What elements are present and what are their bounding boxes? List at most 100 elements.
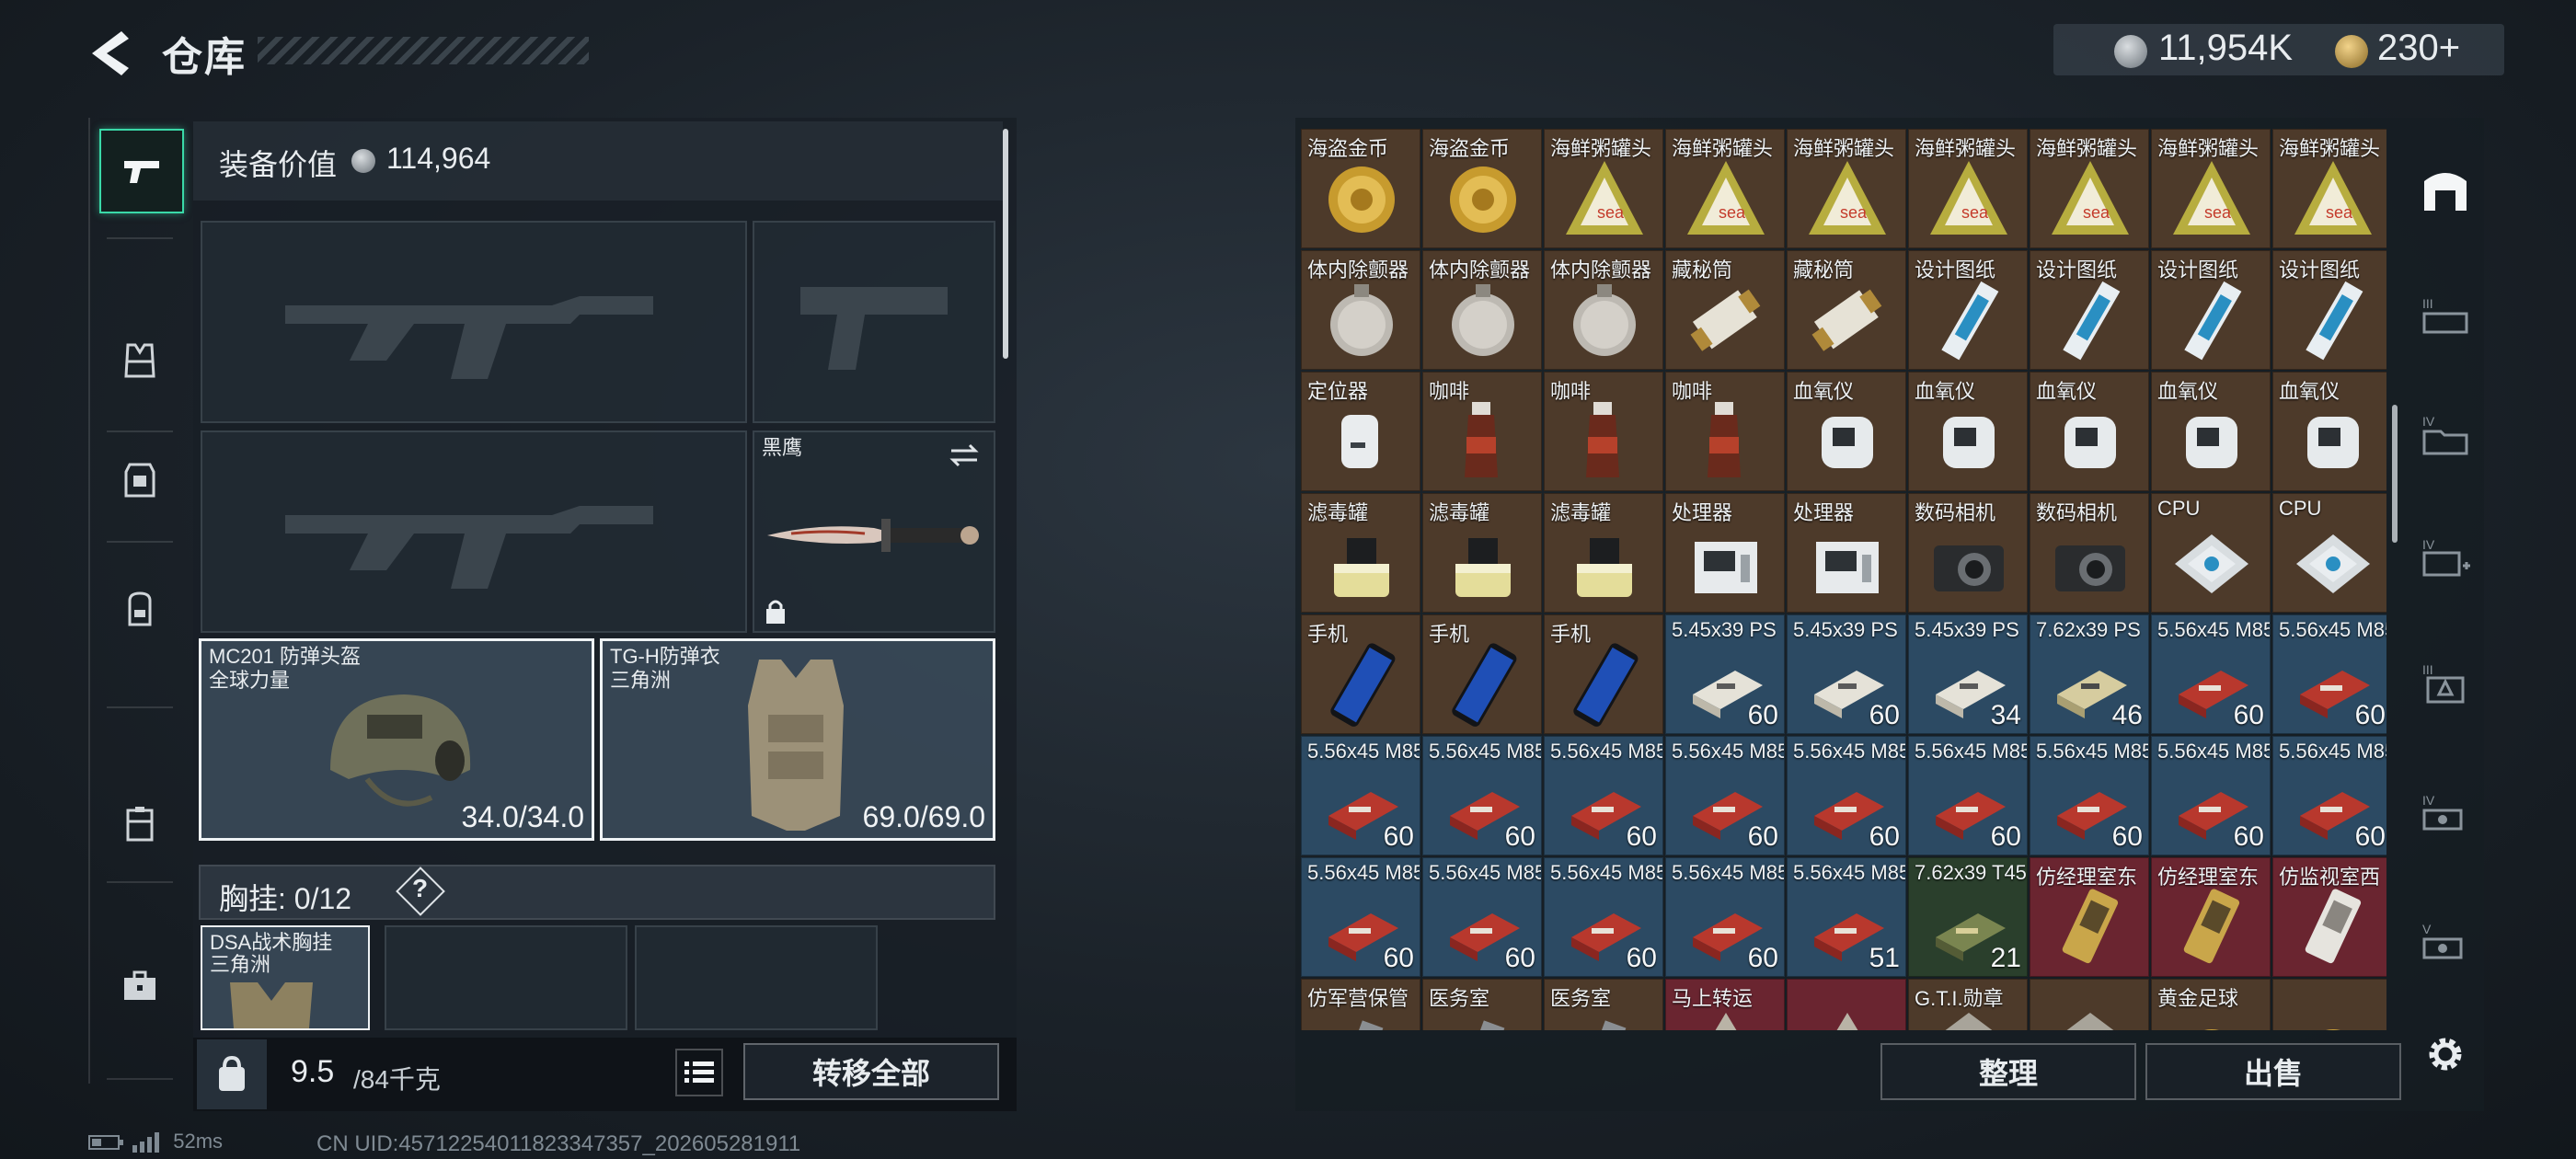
stash-item[interactable]: 5.56x45 M855 60 [1908, 736, 2028, 855]
stash-item[interactable]: 设计图纸 [2030, 250, 2149, 370]
stash-item[interactable]: 血氧仪 [2272, 372, 2386, 491]
tab-stash-4c[interactable]: IV [2416, 782, 2475, 841]
transfer-all-button[interactable]: 转移全部 [743, 1043, 999, 1100]
primary-weapon-slot[interactable] [201, 221, 747, 423]
stash-item[interactable]: 5.56x45 M855 60 [2151, 736, 2271, 855]
sell-button[interactable]: 出售 [2145, 1043, 2401, 1100]
tab-armor[interactable] [99, 440, 180, 521]
stash-item[interactable]: 5.45x39 PS 60 [1787, 614, 1906, 734]
tab-stash-3[interactable]: III [2416, 285, 2475, 344]
helmet-slot[interactable]: MC201 防弹头盔 全球力量 34.0/34.0 [199, 638, 594, 841]
stash-item[interactable]: 7.62x39 PS 46 [2030, 614, 2149, 734]
stash-item[interactable]: 海盗金币 [1422, 129, 1542, 248]
stash-item[interactable]: G.T.I.勋章 [1908, 979, 2028, 1030]
stash-item[interactable]: 手机 [1544, 614, 1663, 734]
stash-item[interactable]: 咖啡 [1665, 372, 1785, 491]
stash-item[interactable]: 医务室 [1544, 979, 1663, 1030]
stash-item[interactable]: 设计图纸 [2151, 250, 2271, 370]
stash-item[interactable]: 定位器 [1301, 372, 1420, 491]
stash-item[interactable]: 7.62x39 T45M 21 [1908, 857, 2028, 977]
stash-item[interactable]: 5.56x45 M855 60 [1665, 857, 1785, 977]
stash-item[interactable]: 仿监视室西 [2272, 857, 2386, 977]
stash-item[interactable]: 5.45x39 PS 34 [1908, 614, 2028, 734]
melee-slot[interactable]: 黑鹰 [753, 430, 995, 633]
back-button[interactable] [85, 28, 140, 79]
stash-item[interactable]: 5.56x45 M855 60 [1422, 736, 1542, 855]
stash-item[interactable]: 马上转运 [1665, 979, 1785, 1030]
stash-item[interactable]: 医务室 [1422, 979, 1542, 1030]
pocket-slot-1[interactable] [385, 925, 627, 1030]
stash-item[interactable] [2030, 979, 2149, 1030]
stash-item[interactable]: 5.56x45 M855 60 [2030, 736, 2149, 855]
stash-item[interactable]: 仿经理室东 [2030, 857, 2149, 977]
stash-item[interactable]: 咖啡 [1544, 372, 1663, 491]
stash-item[interactable]: 血氧仪 [1908, 372, 2028, 491]
stash-item[interactable]: 设计图纸 [1908, 250, 2028, 370]
tab-stash-5[interactable]: V [2416, 911, 2475, 970]
stash-item[interactable]: sea 海鲜粥罐头 [1787, 129, 1906, 248]
stash-item[interactable]: 血氧仪 [2151, 372, 2271, 491]
stash-item[interactable] [1787, 979, 1906, 1030]
stash-item[interactable]: 5.56x45 M855 60 [1301, 857, 1420, 977]
stash-item[interactable]: 手机 [1301, 614, 1420, 734]
stash-item[interactable]: 设计图纸 [2272, 250, 2386, 370]
stash-item[interactable]: 手机 [1422, 614, 1542, 734]
tab-backpack[interactable] [99, 568, 180, 649]
stash-item[interactable]: 5.56x45 M855 60 [2272, 736, 2386, 855]
stash-item[interactable]: 血氧仪 [2030, 372, 2149, 491]
stash-item[interactable]: 黄金足球 [2151, 979, 2271, 1030]
equipment-scrollbar[interactable] [1003, 129, 1008, 359]
tab-toolbox[interactable] [99, 946, 180, 1027]
settings-button[interactable] [2416, 1025, 2475, 1084]
tab-stash-main[interactable] [2416, 160, 2475, 219]
sort-button[interactable]: 整理 [1880, 1043, 2136, 1100]
stash-item[interactable]: 5.56x45 M855 60 [1665, 736, 1785, 855]
secondary-weapon-slot[interactable] [201, 430, 747, 633]
stash-item[interactable]: 仿军营保管 [1301, 979, 1420, 1030]
stash-item[interactable]: 滤毒罐 [1544, 493, 1663, 613]
stash-scrollbar[interactable] [2392, 405, 2398, 543]
stash-item[interactable]: 体内除颤器 [1422, 250, 1542, 370]
stash-item[interactable]: 5.56x45 M855 60 [1787, 736, 1906, 855]
stash-item[interactable]: 5.56x45 M855 60 [1422, 857, 1542, 977]
tab-weapons[interactable] [99, 129, 184, 213]
chest-rig-item-slot[interactable]: DSA战术胸挂 三角洲 [201, 925, 370, 1030]
stash-item[interactable]: 数码相机 [1908, 493, 2028, 613]
stash-item[interactable]: 滤毒罐 [1422, 493, 1542, 613]
stash-item[interactable]: 滤毒罐 [1301, 493, 1420, 613]
stash-item[interactable]: 仿经理室东 [2151, 857, 2271, 977]
stash-item[interactable]: 5.56x45 M855 51 [1787, 857, 1906, 977]
list-view-button[interactable] [675, 1049, 723, 1096]
stash-item[interactable]: 5.56x45 M855 60 [1544, 857, 1663, 977]
stash-item[interactable]: 血氧仪 [1787, 372, 1906, 491]
pistol-slot[interactable] [753, 221, 995, 423]
stash-item[interactable]: 体内除颤器 [1544, 250, 1663, 370]
premium-amount[interactable]: 230+ [2377, 28, 2460, 69]
body-armor-slot[interactable]: TG-H防弹衣 三角洲 69.0/69.0 [600, 638, 995, 841]
stash-item[interactable]: 海盗金币 [1301, 129, 1420, 248]
stash-item[interactable]: 5.45x39 PS 60 [1665, 614, 1785, 734]
stash-item[interactable]: 藏秘筒 [1665, 250, 1785, 370]
stash-item[interactable]: 体内除颤器 [1301, 250, 1420, 370]
stash-item[interactable]: 5.56x45 M855 60 [1544, 736, 1663, 855]
stash-item[interactable]: 5.56x45 M855 60 [2272, 614, 2386, 734]
stash-item[interactable]: CPU [2272, 493, 2386, 613]
swap-icon[interactable] [948, 442, 981, 469]
stash-item[interactable] [2272, 979, 2386, 1030]
stash-item[interactable]: sea 海鲜粥罐头 [2272, 129, 2386, 248]
tab-stash-4a[interactable]: IV [2416, 403, 2475, 462]
stash-item[interactable]: sea 海鲜粥罐头 [1908, 129, 2028, 248]
stash-item[interactable]: CPU [2151, 493, 2271, 613]
stash-item[interactable]: 处理器 [1787, 493, 1906, 613]
tab-container[interactable] [99, 784, 180, 865]
tab-stash-4b[interactable]: IV [2416, 526, 2475, 585]
stash-item[interactable]: sea 海鲜粥罐头 [2151, 129, 2271, 248]
stash-item[interactable]: 5.56x45 M855 60 [2151, 614, 2271, 734]
pocket-slot-2[interactable] [635, 925, 878, 1030]
stash-item[interactable]: 咖啡 [1422, 372, 1542, 491]
tab-stash-3b[interactable]: III [2416, 651, 2475, 710]
stash-item[interactable]: sea 海鲜粥罐头 [2030, 129, 2149, 248]
stash-item[interactable]: 处理器 [1665, 493, 1785, 613]
stash-item[interactable]: 5.56x45 M855 60 [1301, 736, 1420, 855]
stash-item[interactable]: 藏秘筒 [1787, 250, 1906, 370]
